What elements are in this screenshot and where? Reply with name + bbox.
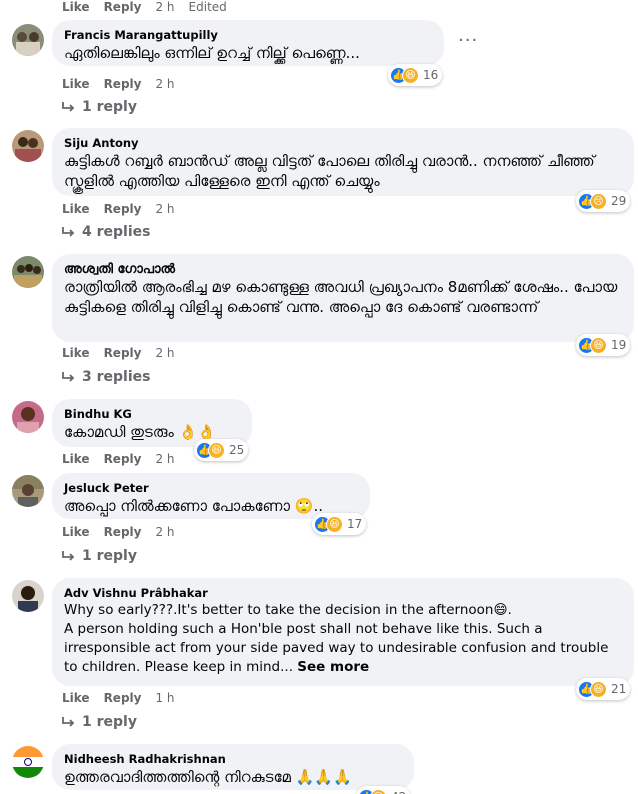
avatar[interactable] [12,401,44,433]
avatar[interactable] [12,580,44,612]
see-more-link[interactable]: See more [297,659,369,675]
comment-author[interactable]: Adv Vishnu Prâbhakar [64,586,622,601]
timestamp: 2 h [155,202,175,216]
haha-reaction-icon: 😆 [208,441,225,459]
more-options-icon[interactable]: ··· [458,30,478,51]
comment-author[interactable]: Francis Marangattupilly [64,28,432,43]
comment-author[interactable]: Siju Antony [64,136,622,151]
avatar[interactable] [12,24,44,56]
view-replies-link[interactable]: 4 replies [62,224,150,240]
reply-arrow-icon [62,372,75,382]
timestamp: 2 h [155,0,175,14]
haha-reaction-icon: 😆 [590,680,607,698]
comment-bubble: Francis Marangattupilly ഏതിലെങ്കിലും ഒന്… [52,20,444,66]
sad-reaction-icon: 😢 [590,192,607,210]
edited-label: Edited [188,0,227,14]
comment-author[interactable]: അശ്വതി ഗോപാൽ [64,262,622,277]
india-flag-icon [12,746,44,778]
timestamp: 2 h [155,77,175,91]
haha-reaction-icon: 😆 [590,336,607,354]
comment-text: ഉത്തരവാദിത്തത്തിന്റെ നിറകുടമേ 🙏🙏🙏 [64,768,352,786]
timestamp: 2 h [155,452,175,466]
haha-reaction-icon: 😆 [402,66,419,84]
avatar[interactable] [12,256,44,288]
reply-button[interactable]: Reply [104,691,142,705]
replies-count: 1 reply [82,548,137,564]
replies-count: 4 replies [82,224,151,240]
reaction-total: 42 [391,790,406,794]
like-button[interactable]: Like [62,691,90,705]
comment-bubble: അശ്വതി ഗോപാൽ രാത്രിയിൽ ആരംഭിച്ച മഴ കൊണ്ട… [52,254,634,342]
reaction-total: 21 [611,682,627,696]
reply-button[interactable]: Reply [104,346,142,360]
timestamp: 1 h [155,691,175,705]
like-button[interactable]: Like [62,0,90,16]
comment-author[interactable]: Jesluck Peter [64,481,358,496]
view-replies-link[interactable]: 1 reply [62,714,137,730]
timestamp: 2 h [155,346,175,360]
comment-actions: Like Reply 2 h [62,202,175,216]
avatar[interactable] [12,746,44,778]
previous-comment-actions: Like Reply 2 h Edited [62,0,227,16]
reaction-count[interactable]: 👍 😆 19 [576,334,631,356]
reaction-total: 29 [611,194,627,208]
reply-button[interactable]: Reply [104,0,142,16]
reply-button[interactable]: Reply [104,202,142,216]
reaction-total: 25 [229,443,245,457]
comment-text: A person holding such a Hon'ble post sha… [64,620,622,677]
avatar[interactable] [12,130,44,162]
reaction-count[interactable]: 👍 😆 17 [312,513,367,535]
comment-author[interactable]: Nidheesh Radhakrishnan [64,752,402,767]
comment-actions: Like Reply 2 h [62,346,175,360]
replies-count: 1 reply [82,99,137,115]
comment-actions: Like Reply 2 h [62,525,175,539]
comment-bubble: Adv Vishnu Prâbhakar Why so early???.It'… [52,578,634,686]
like-button[interactable]: Like [62,202,90,216]
comment-text: ഏതിലെങ്കിലും ഒന്നില് ഉറച്ച് നില്ക്ക് പെണ… [64,44,360,62]
like-button[interactable]: Like [62,346,90,360]
comment-actions: Like Reply 2 h [62,452,175,466]
avatar[interactable] [12,475,44,507]
reaction-total: 16 [423,68,439,82]
reply-arrow-icon [62,551,75,561]
timestamp: 2 h [155,525,175,539]
like-button[interactable]: Like [62,77,90,91]
comment-text: അപ്പൊ നിൽക്കണോ പോകണോ 🙄.. [64,497,323,515]
reaction-count[interactable]: 👍 😆 21 [576,678,631,700]
reaction-total: 19 [611,338,627,352]
reply-button[interactable]: Reply [104,77,142,91]
reply-button[interactable]: Reply [104,525,142,539]
reply-arrow-icon [62,102,75,112]
comment-bubble: Nidheesh Radhakrishnan ഉത്തരവാദിത്തത്തിന… [52,744,414,790]
replies-count: 1 reply [82,714,137,730]
comment-actions: Like Reply 2 h [62,77,175,91]
reply-arrow-icon [62,227,75,237]
comment-text: രാത്രിയിൽ ആരംഭിച്ച മഴ കൊണ്ടുള്ള അവധി പ്ര… [64,278,618,316]
comment-bubble: Siju Antony കുട്ടികൾ റബ്ബർ ബാൻഡ് അല്ല വി… [52,128,634,196]
view-replies-link[interactable]: 1 reply [62,548,137,564]
reply-button[interactable]: Reply [104,452,142,466]
comment-text: Why so early???.It's better to take the … [64,602,512,618]
like-button[interactable]: Like [62,525,90,539]
comment-author[interactable]: Bindhu KG [64,407,240,422]
reaction-count[interactable]: 👍 😢 29 [576,190,631,212]
comment-actions: Like Reply 1 h [62,691,175,705]
reaction-count[interactable]: 👍 😆 25 [194,439,249,461]
haha-reaction-icon: 😆 [326,515,343,533]
replies-count: 3 replies [82,369,151,385]
view-replies-link[interactable]: 3 replies [62,369,150,385]
reaction-total: 17 [347,517,363,531]
reaction-count[interactable]: 👍 😆 16 [388,64,443,86]
reply-arrow-icon [62,717,75,727]
view-replies-link[interactable]: 1 reply [62,99,137,115]
like-button[interactable]: Like [62,452,90,466]
haha-reaction-icon: 😆 [370,788,387,794]
reaction-count[interactable]: 👍 😆 42 [356,786,411,794]
comment-text: കുട്ടികൾ റബ്ബർ ബാൻഡ് അല്ല വിട്ടത് പോലെ ത… [64,152,595,190]
